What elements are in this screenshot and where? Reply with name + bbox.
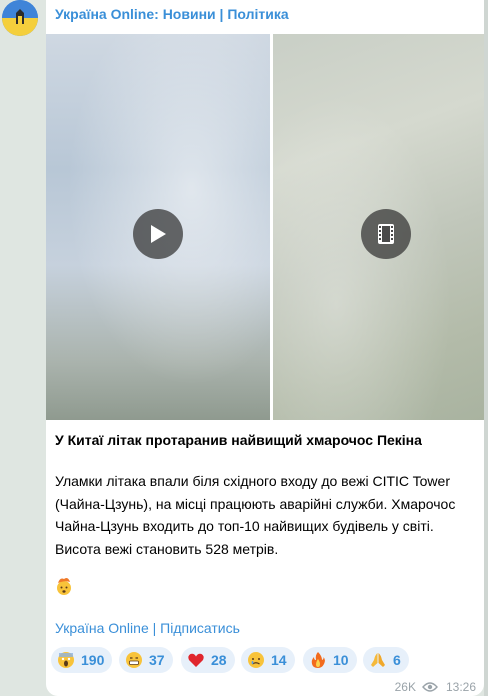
subscribe-link[interactable]: Україна Online | Підписатись — [55, 620, 240, 636]
reaction-count: 37 — [149, 652, 165, 668]
reaction-count: 6 — [393, 652, 401, 668]
praying-hands-icon — [371, 653, 385, 667]
post-title: У Китаї літак протаранив найвищий хмароч… — [55, 432, 422, 448]
reaction-grin[interactable]: 37 — [119, 647, 173, 673]
film-icon — [378, 224, 394, 244]
reaction-heart[interactable]: 28 — [181, 647, 235, 673]
reaction-count: 14 — [271, 652, 287, 668]
play-icon — [151, 225, 166, 243]
eye-icon — [422, 682, 438, 692]
video-album-button[interactable] — [361, 209, 411, 259]
message-bubble: Україна Online: Новини | Політика У Кита… — [46, 0, 484, 696]
reaction-scream[interactable]: 190 — [51, 647, 113, 673]
channel-name[interactable]: Україна Online: Новини | Політика — [55, 6, 289, 22]
reaction-count: 28 — [211, 652, 227, 668]
play-button[interactable] — [133, 209, 183, 259]
post-body: Уламки літака впали біля східного входу … — [55, 473, 456, 557]
fire-icon — [311, 652, 325, 668]
exploding-head-icon — [57, 578, 71, 595]
crying-face-icon — [248, 652, 264, 668]
reaction-praying-hands[interactable]: 6 — [363, 647, 409, 673]
reaction-fire[interactable]: 10 — [303, 647, 357, 673]
view-count: 26K — [394, 680, 416, 694]
reaction-crying[interactable]: 14 — [241, 647, 295, 673]
trident-icon — [2, 0, 38, 36]
grin-icon — [126, 652, 142, 668]
media-album[interactable] — [46, 34, 484, 420]
scream-icon — [58, 652, 74, 668]
reaction-count: 10 — [333, 652, 349, 668]
channel-avatar[interactable] — [2, 0, 38, 36]
heart-icon — [188, 653, 204, 667]
scrollbar[interactable] — [484, 0, 488, 696]
reaction-count: 190 — [81, 652, 105, 668]
message-meta: 26K 13:26 — [395, 680, 476, 694]
message-time: 13:26 — [445, 680, 476, 694]
